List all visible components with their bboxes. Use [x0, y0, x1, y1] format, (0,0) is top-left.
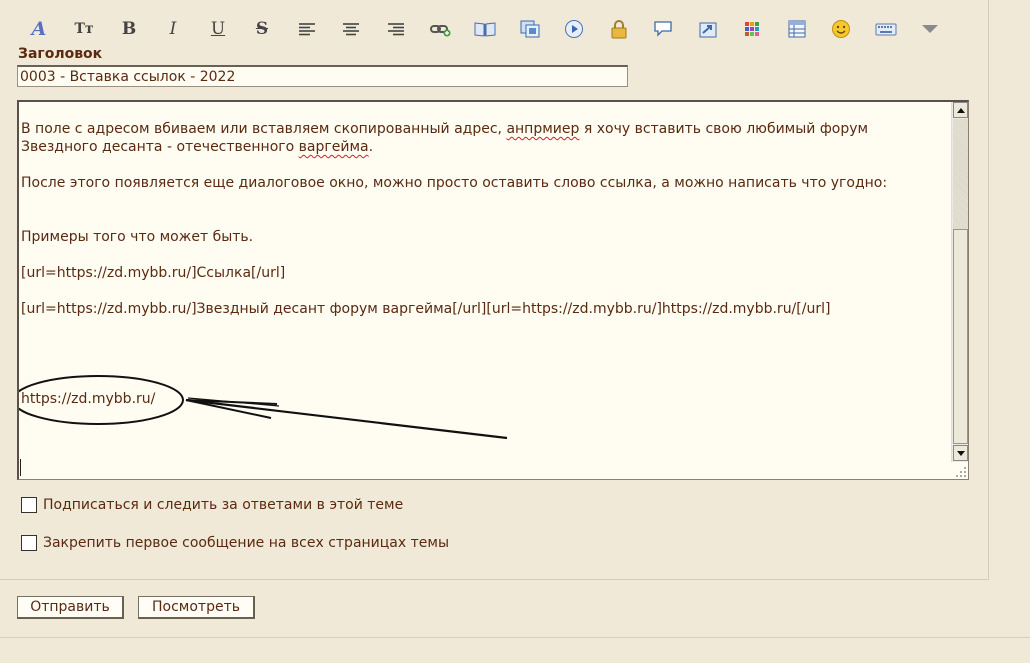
book-icon[interactable] [470, 14, 500, 44]
quote-icon[interactable] [693, 14, 723, 44]
subscribe-option: Подписаться и следить за ответами в этой… [21, 497, 403, 513]
misspelled-word[interactable]: варгейма [299, 139, 369, 155]
scroll-down-icon[interactable] [953, 445, 968, 461]
text-caret [20, 459, 21, 476]
message-line: После этого появляется еще диалоговое ок… [21, 175, 888, 191]
speech-bubble-icon[interactable] [648, 14, 678, 44]
color-palette-icon[interactable] [737, 14, 767, 44]
scroll-up-icon[interactable] [953, 102, 968, 118]
subscribe-checkbox[interactable] [21, 497, 37, 513]
bold-glyph: B [121, 19, 137, 39]
insert-video-icon[interactable] [559, 14, 589, 44]
bold-icon[interactable]: B [114, 14, 144, 44]
line-text: Звездного десанта - отечественного [21, 139, 299, 155]
align-center-icon[interactable] [336, 14, 366, 44]
pin-option: Закрепить первое сообщение на всех стран… [21, 535, 449, 551]
font-size-icon[interactable]: Tт [69, 14, 99, 44]
underline-icon[interactable]: U [203, 14, 233, 44]
insert-image-icon[interactable] [515, 14, 545, 44]
strikethrough-icon[interactable]: S [247, 14, 277, 44]
font-size-glyph: Tт [74, 21, 94, 37]
misspelled-word[interactable]: анпрмиер [506, 121, 579, 137]
resize-grip-icon[interactable] [955, 466, 967, 478]
footer-divider [0, 637, 1030, 638]
smiley-icon[interactable] [826, 14, 856, 44]
align-right-icon[interactable] [381, 14, 411, 44]
subject-input[interactable] [17, 65, 628, 87]
lock-icon[interactable] [604, 14, 634, 44]
scroll-thumb[interactable] [953, 229, 968, 444]
message-line: В поле с адресом вбиваем или вставляем с… [21, 120, 946, 138]
post-form-panel: A Tт B I U S Заголовок 0003 - Вставка сс… [0, 0, 989, 580]
pin-checkbox[interactable] [21, 535, 37, 551]
align-left-icon[interactable] [292, 14, 322, 44]
message-textarea[interactable]: В поле с адресом вбиваем или вставляем с… [17, 100, 969, 480]
font-color-glyph: A [31, 18, 47, 40]
underline-glyph: U [210, 19, 226, 39]
scroll-track[interactable] [953, 119, 968, 229]
annotation-ellipse-arrow [19, 375, 508, 440]
message-line: [url=https://zd.mybb.ru/]Звездный десант… [21, 301, 831, 317]
submit-button[interactable]: Отправить [17, 596, 124, 619]
line-text: В поле с адресом вбиваем или вставляем с… [21, 121, 507, 137]
font-color-icon[interactable]: A [24, 14, 54, 44]
italic-icon[interactable]: I [158, 14, 188, 44]
line-text: я хочу вставить свою любимый форум [579, 121, 869, 137]
pin-label: Закрепить первое сообщение на всех стран… [43, 535, 450, 551]
editor-scrollbar[interactable] [951, 102, 968, 462]
table-icon[interactable] [782, 14, 812, 44]
preview-button[interactable]: Посмотреть [138, 596, 255, 619]
insert-link-icon[interactable] [426, 14, 456, 44]
plain-url-line: https://zd.mybb.ru/ [21, 391, 156, 407]
subscribe-label: Подписаться и следить за ответами в этой… [43, 497, 404, 513]
message-line: [url=https://zd.mybb.ru/]Ссылка[/url] [21, 265, 286, 281]
message-line: Звездного десанта - отечественного варге… [21, 138, 946, 156]
italic-glyph: I [169, 19, 177, 39]
strikethrough-glyph: S [255, 19, 269, 39]
message-line: Примеры того что может быть. [21, 229, 254, 245]
more-dropdown-icon[interactable] [915, 14, 945, 44]
keyboard-icon[interactable] [871, 14, 901, 44]
line-text: . [368, 139, 374, 155]
subject-label: Заголовок [18, 46, 103, 62]
